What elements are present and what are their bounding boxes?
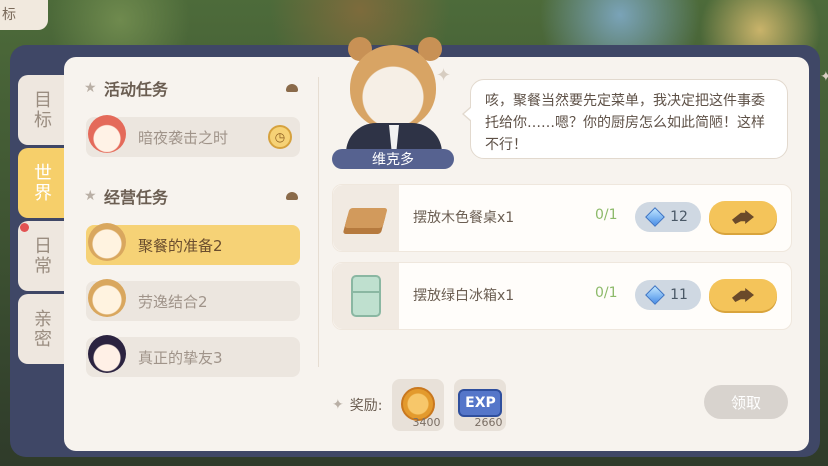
tab-goals-label: 目标 [31,90,52,130]
claim-button[interactable]: 领取 [704,385,788,419]
tab-intimacy[interactable]: 亲密 [18,294,64,364]
objective-progress: 0/1 [595,207,618,223]
task-label: 真正的挚友3 [138,348,223,367]
diamond-icon [645,285,665,305]
tab-world[interactable]: 世界 [18,148,64,218]
fridge-icon [351,275,381,317]
tab-world-label: 世界 [31,163,52,203]
dialogue-bubble: 咳，聚餐当然要先定菜单，我决定把这件事委托给你……嗯？你的厨房怎么如此简陋！这样… [462,79,788,159]
objective-desc: 摆放绿白冰箱x1 [413,288,515,304]
rewards-row: ✦ 奖励: 3400 EXP 2660 [332,379,516,431]
reward-amount: 3400 [412,416,441,429]
tab-intimacy-label: 亲密 [31,309,52,349]
dialogue-text: 咳，聚餐当然要先定菜单，我决定把这件事委托给你……嗯？你的厨房怎么如此简陋！这样… [485,93,765,153]
objective-item-box [333,185,399,251]
task-item-business-3[interactable]: 真正的挚友3 [86,335,300,377]
section-title: 活动任务 [104,80,169,99]
section-event-tasks[interactable]: ★ 活动任务 [84,75,302,101]
clock-icon: ◷ [268,125,292,149]
task-item-event-1[interactable]: 暗夜袭击之时 ◷ [86,115,300,157]
rewards-label: 奖励: [349,398,383,414]
sparkle-icon: ✦ [332,397,344,413]
diamond-reward: 12 [635,202,701,232]
arrow-right-icon [732,288,754,302]
wooden-table-icon [344,208,388,228]
tab-daily-label: 日常 [31,236,52,276]
go-button[interactable] [709,201,777,233]
exp-icon: EXP [458,389,503,417]
notification-dot [20,223,29,232]
claim-button-label: 领取 [730,393,761,412]
column-divider [318,77,319,367]
objective-desc: 摆放木色餐桌x1 [413,210,515,226]
star-icon: ★ [84,188,97,204]
task-item-business-2[interactable]: 劳逸结合2 [86,279,300,321]
npc-name-tag: 维克多 [332,149,454,169]
diamond-icon [645,207,665,227]
reward-exp[interactable]: EXP 2660 [454,379,507,431]
task-label: 暗夜袭击之时 [138,128,229,147]
character-avatar [88,223,126,261]
diamond-amount: 11 [670,287,688,303]
diamond-amount: 12 [670,209,688,225]
reward-amount: 2660 [474,416,503,429]
go-button[interactable] [709,279,777,311]
collapse-icon[interactable] [286,84,298,92]
npc-head [350,45,436,129]
objective-row: 摆放绿白冰箱x1 0/1 11 [332,262,792,330]
objective-progress: 0/1 [595,285,618,301]
section-business-tasks[interactable]: ★ 经营任务 [84,183,302,209]
tab-goals[interactable]: 目标 [18,75,64,145]
background-panel-tab[interactable]: 标 [0,0,48,30]
character-avatar [88,279,126,317]
objective-item-box [333,263,399,329]
diamond-reward: 11 [635,280,701,310]
section-title: 经营任务 [104,188,169,207]
sparkle-icon: ✦ [820,69,828,85]
star-icon: ★ [84,80,97,96]
character-avatar [88,115,126,153]
task-label: 聚餐的准备2 [138,236,223,255]
task-item-business-1[interactable]: 聚餐的准备2 [86,223,300,265]
objective-row: 摆放木色餐桌x1 0/1 12 [332,184,792,252]
arrow-right-icon [732,210,754,224]
collapse-icon[interactable] [286,192,298,200]
task-label: 劳逸结合2 [138,292,208,311]
task-panel: ★ 活动任务 暗夜袭击之时 ◷ ★ 经营任务 聚餐的准备2 劳逸结合2 真正的挚… [64,37,828,451]
character-avatar [88,335,126,373]
reward-coin[interactable]: 3400 [392,379,445,431]
sparkle-icon: ✦ [436,65,452,86]
tab-daily[interactable]: 日常 [18,221,64,291]
